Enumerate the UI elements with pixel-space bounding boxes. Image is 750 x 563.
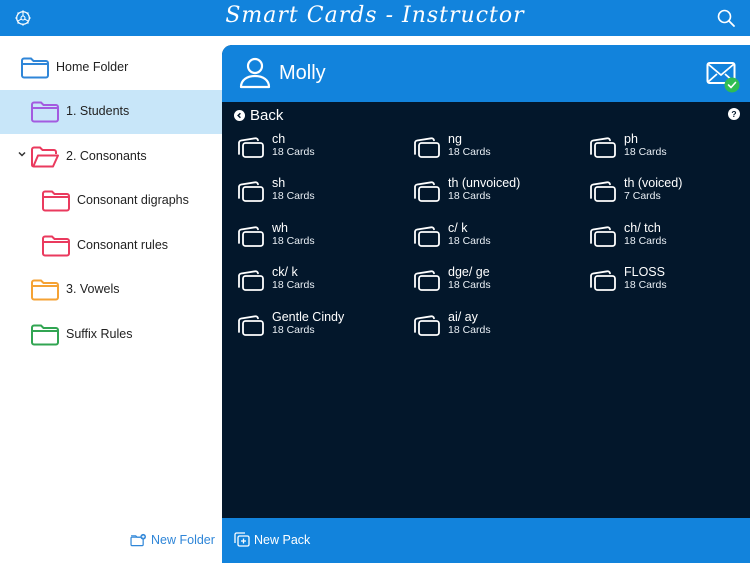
pack-name: ng xyxy=(448,132,462,146)
sidebar-folder-label: 2. Consonants xyxy=(66,149,147,163)
pack-name: ai/ ay xyxy=(448,310,478,324)
help-icon[interactable]: ? xyxy=(728,108,740,120)
card-stack-icon xyxy=(238,315,264,336)
pack-name: th (unvoiced) xyxy=(448,176,521,190)
card-stack-icon xyxy=(590,226,616,247)
card-pack-item[interactable]: sh 18 Cards xyxy=(236,176,406,212)
card-stack-icon xyxy=(238,181,264,202)
folder-icon xyxy=(21,57,49,79)
pack-name: Gentle Cindy xyxy=(272,310,345,324)
new-pack-button[interactable]: New Pack xyxy=(234,532,310,547)
new-folder-button[interactable]: New Folder xyxy=(130,533,215,547)
mail-sent-icon[interactable] xyxy=(706,60,740,94)
new-folder-icon xyxy=(130,533,146,547)
pack-name: sh xyxy=(272,176,286,190)
card-pack-item[interactable]: ph 18 Cards xyxy=(588,132,750,168)
pack-card-count: 18 Cards xyxy=(448,146,491,158)
pack-card-count: 18 Cards xyxy=(624,146,667,158)
card-pack-item[interactable]: ch 18 Cards xyxy=(236,132,406,168)
pack-card-count: 18 Cards xyxy=(272,324,315,336)
card-pack-item[interactable]: ch/ tch 18 Cards xyxy=(588,221,750,257)
panel-footer: New Pack xyxy=(222,518,750,563)
pack-card-count: 18 Cards xyxy=(272,235,315,247)
new-pack-icon xyxy=(234,532,250,547)
back-button[interactable]: Back xyxy=(234,107,283,124)
card-pack-item[interactable]: ng 18 Cards xyxy=(412,132,582,168)
pack-name: dge/ ge xyxy=(448,265,490,279)
top-bar: Smart Cards - Instructor xyxy=(0,0,750,36)
pack-card-count: 18 Cards xyxy=(624,279,667,291)
pack-card-count: 18 Cards xyxy=(448,279,491,291)
back-label: Back xyxy=(250,107,284,124)
new-folder-label: New Folder xyxy=(151,533,215,547)
sidebar-folder-item[interactable]: 2. Consonants xyxy=(0,135,222,179)
sidebar-folder-item[interactable]: Consonant digraphs xyxy=(0,179,222,223)
card-pack-item[interactable]: dge/ ge 18 Cards xyxy=(412,265,582,301)
new-pack-label: New Pack xyxy=(254,532,311,547)
folder-sidebar: New Folder Home Folder 1. Students 2. Cons… xyxy=(0,36,222,563)
card-pack-item[interactable]: th (unvoiced) 18 Cards xyxy=(412,176,582,212)
card-stack-icon xyxy=(414,137,440,158)
pack-name: FLOSS xyxy=(624,265,665,279)
folder-icon xyxy=(31,279,59,301)
card-pack-item[interactable]: ai/ ay 18 Cards xyxy=(412,310,582,346)
pack-name: th (voiced) xyxy=(624,176,683,190)
card-stack-icon xyxy=(238,137,264,158)
card-stack-icon xyxy=(414,181,440,202)
pack-card-count: 18 Cards xyxy=(448,324,491,336)
chevron-left-circle-icon xyxy=(234,110,245,121)
pack-name: ch/ tch xyxy=(624,221,661,235)
pack-card-count: 18 Cards xyxy=(272,146,315,158)
card-stack-icon xyxy=(590,270,616,291)
card-pack-item[interactable]: wh 18 Cards xyxy=(236,221,406,257)
pack-card-count: 18 Cards xyxy=(448,190,491,202)
sidebar-folder-item[interactable]: 1. Students xyxy=(0,90,222,134)
student-name: Molly xyxy=(279,62,326,84)
card-pack-item[interactable]: c/ k 18 Cards xyxy=(412,221,582,257)
sidebar-folder-item[interactable]: 3. Vowels xyxy=(0,268,222,312)
pack-card-count: 18 Cards xyxy=(272,279,315,291)
card-pack-item[interactable]: ck/ k 18 Cards xyxy=(236,265,406,301)
sidebar-folder-label: 3. Vowels xyxy=(66,282,120,296)
pack-name: wh xyxy=(272,221,288,235)
sidebar-folder-item[interactable]: Consonant rules xyxy=(0,224,222,268)
card-pack-item[interactable]: th (voiced) 7 Cards xyxy=(588,176,750,212)
sidebar-folder-label: 1. Students xyxy=(66,104,130,118)
pack-name: ph xyxy=(624,132,638,146)
sidebar-folder-label: Suffix Rules xyxy=(66,327,133,341)
pack-name: c/ k xyxy=(448,221,468,235)
app-title: Smart Cards - Instructor xyxy=(225,3,525,28)
folder-open-icon xyxy=(31,146,59,168)
card-pack-item[interactable]: FLOSS 18 Cards xyxy=(588,265,750,301)
folder-icon xyxy=(42,235,70,257)
card-stack-icon xyxy=(238,226,264,247)
folder-icon xyxy=(42,190,70,212)
svg-text:?: ? xyxy=(731,109,736,119)
chevron-down-icon[interactable] xyxy=(17,149,27,159)
pack-name: ck/ k xyxy=(272,265,298,279)
pack-card-count: 18 Cards xyxy=(624,235,667,247)
student-panel: Molly Back ? ch 18 Cards ng 18 Cards ph 18 Ca… xyxy=(222,45,750,563)
pack-card-count: 18 Cards xyxy=(448,235,491,247)
pack-card-count: 18 Cards xyxy=(272,190,315,202)
sidebar-folder-item[interactable]: Home Folder xyxy=(0,46,222,90)
sidebar-folder-label: Consonant rules xyxy=(77,238,169,252)
pack-name: ch xyxy=(272,132,286,146)
card-stack-icon xyxy=(590,137,616,158)
card-stack-icon xyxy=(590,181,616,202)
search-icon[interactable] xyxy=(716,8,736,28)
card-stack-icon xyxy=(414,315,440,336)
folder-icon xyxy=(31,324,59,346)
folder-icon xyxy=(31,101,59,123)
card-stack-icon xyxy=(414,226,440,247)
sidebar-folder-label: Consonant digraphs xyxy=(77,193,189,207)
student-header: Molly xyxy=(222,45,750,102)
sidebar-folder-label: Home Folder xyxy=(56,60,129,74)
sidebar-folder-item[interactable]: Suffix Rules xyxy=(0,313,222,357)
user-icon xyxy=(239,57,271,89)
card-pack-item[interactable]: Gentle Cindy 18 Cards xyxy=(236,310,406,346)
card-stack-icon xyxy=(238,270,264,291)
card-stack-icon xyxy=(414,270,440,291)
pack-card-count: 7 Cards xyxy=(624,190,661,202)
